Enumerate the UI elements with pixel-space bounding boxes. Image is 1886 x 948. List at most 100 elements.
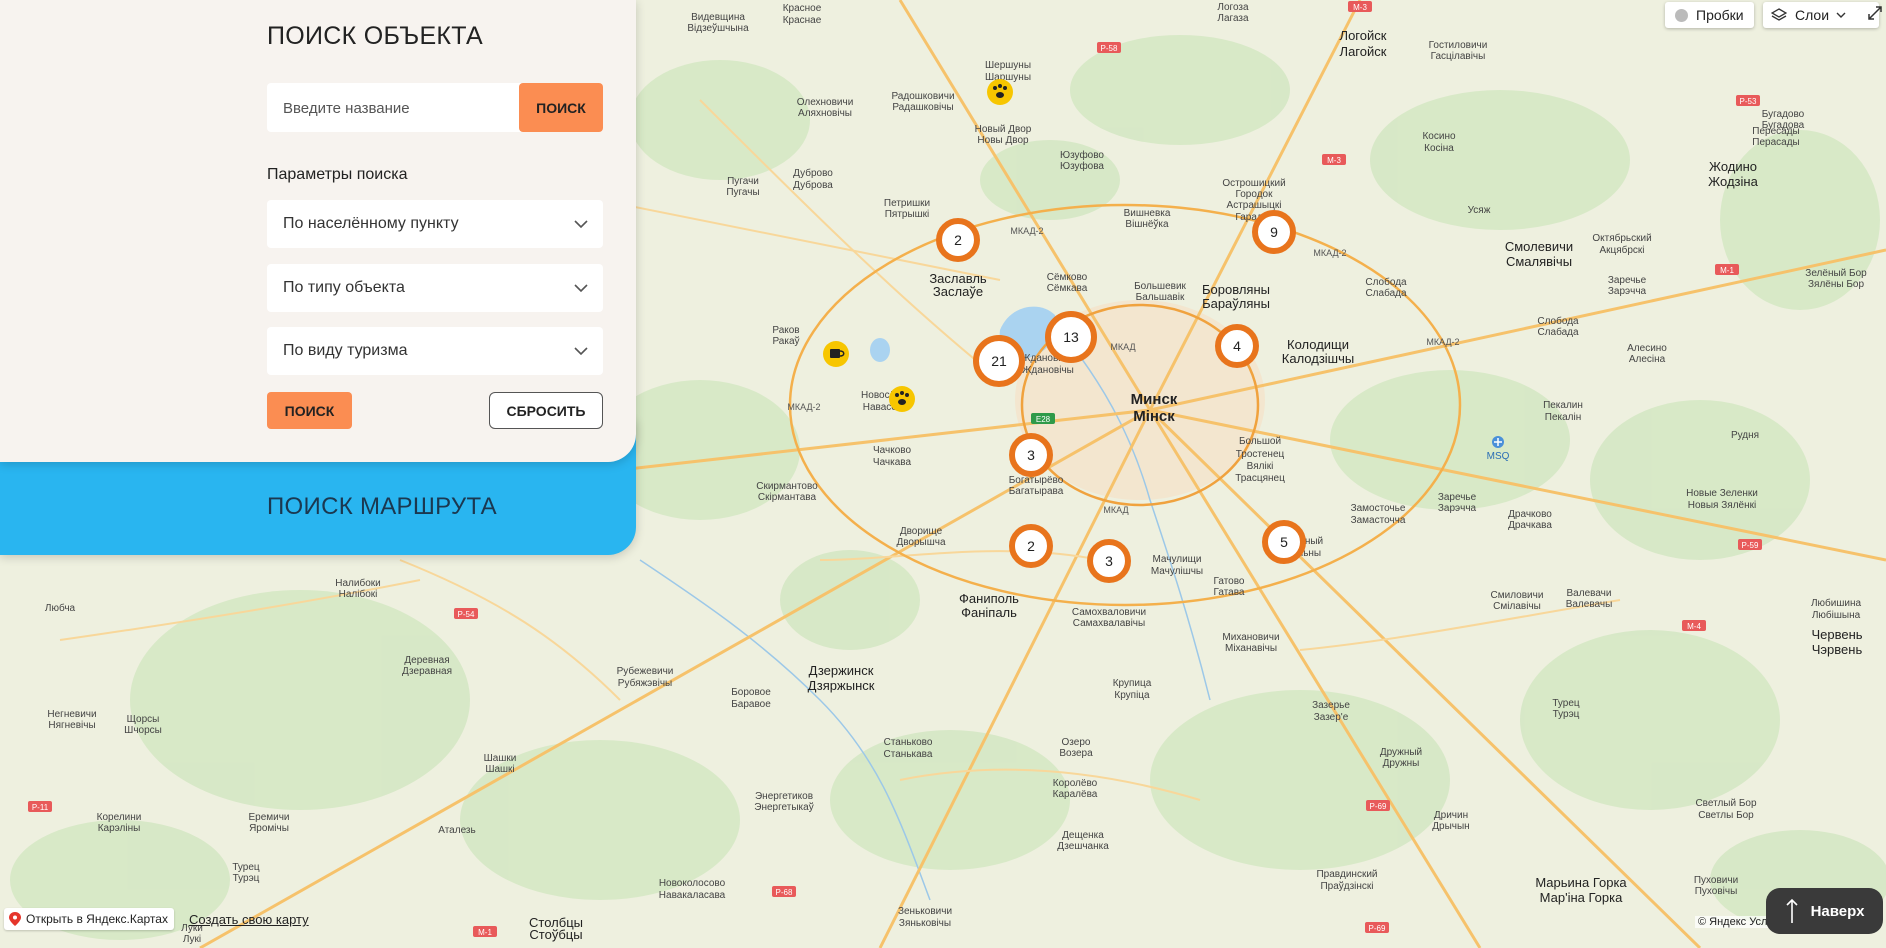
place-label: Дзеравная xyxy=(402,666,452,677)
place-label: Дуброво xyxy=(793,167,833,179)
ring-road-label: МКАД-2 xyxy=(787,402,820,412)
cluster-marker[interactable]: 5 xyxy=(1262,520,1306,564)
location-pin-icon xyxy=(9,912,21,926)
place-label: Радошковичи xyxy=(891,91,954,102)
place-label: Деревная xyxy=(404,655,449,666)
traffic-button[interactable]: Пробки xyxy=(1665,2,1754,28)
place-label: Сёмково xyxy=(1047,272,1088,283)
place-label: Ракаў xyxy=(772,335,799,347)
scroll-up-button[interactable]: Наверх xyxy=(1766,888,1883,934)
chevron-down-icon xyxy=(574,347,588,356)
open-yandex-maps-link[interactable]: Открыть в Яндекс.Картах xyxy=(4,908,174,930)
place-label: Корелини xyxy=(97,812,142,823)
place-label: Зяньковічы xyxy=(899,918,951,929)
place-label: Аляхновічы xyxy=(798,108,852,119)
place-label: Дричин xyxy=(1434,810,1468,821)
place-label: Драчкава xyxy=(1508,520,1552,531)
road-shield-label: М-4 xyxy=(1687,622,1701,631)
place-label: Лукі xyxy=(183,934,201,945)
cluster-marker[interactable]: 9 xyxy=(1252,210,1296,254)
road-shield: Р-54 xyxy=(454,608,478,619)
cluster-marker[interactable]: 21 xyxy=(973,335,1025,387)
chevron-down-icon xyxy=(574,220,588,229)
place-label: Мінск xyxy=(1133,408,1175,425)
place-label: Чачково xyxy=(873,445,911,456)
cup-marker-icon[interactable] xyxy=(823,341,849,367)
ring-road-label: МКАД xyxy=(1110,342,1135,352)
place-label: Слобода xyxy=(1537,315,1579,327)
place-label: Червень xyxy=(1811,627,1862,642)
place-label: Большой xyxy=(1239,436,1281,447)
place-label: Королёво xyxy=(1053,778,1098,789)
place-label: Зелёный Бор xyxy=(1805,268,1867,279)
cluster-count: 5 xyxy=(1280,534,1288,550)
cluster-marker[interactable]: 2 xyxy=(1009,524,1053,568)
place-label: Замосточье xyxy=(1351,503,1406,514)
place-label: Щорсы xyxy=(127,714,160,725)
place-label: Петришки xyxy=(884,198,930,209)
place-label: Новый Двор xyxy=(975,124,1032,135)
place-label: Чэрвень xyxy=(1812,642,1863,657)
road-shield-label: Р-69 xyxy=(1370,802,1387,811)
paw-marker-icon[interactable] xyxy=(987,79,1013,105)
arrow-up-icon xyxy=(1785,898,1798,923)
scroll-up-label: Наверх xyxy=(1810,902,1865,920)
layers-button[interactable]: Слои xyxy=(1763,2,1879,28)
object-type-select[interactable]: По типу объекта xyxy=(267,264,603,312)
object-search-panel: ПОИСК ОБЪЕКТА ПОИСК Параметры поиска По … xyxy=(0,0,636,462)
locality-select[interactable]: По населённому пункту xyxy=(267,200,603,248)
place-label: Большевик xyxy=(1134,281,1186,292)
create-map-link[interactable]: Создать свою карту xyxy=(189,912,309,927)
cluster-marker[interactable]: 13 xyxy=(1045,311,1097,363)
place-label: Зазерье xyxy=(1312,700,1350,711)
fullscreen-icon[interactable] xyxy=(1866,4,1884,22)
place-label: Фаніпаль xyxy=(961,605,1017,620)
cluster-marker[interactable]: 4 xyxy=(1215,324,1259,368)
place-label: Перасады xyxy=(1752,137,1799,148)
place-label: Самахвалавічы xyxy=(1073,618,1145,629)
cluster-count: 2 xyxy=(1027,538,1035,554)
road-shield-label: Р-58 xyxy=(1101,44,1118,53)
tourism-type-select-label: По виду туризма xyxy=(283,342,408,359)
place-label: Шчорсы xyxy=(124,725,162,736)
place-label: Гостиловичи xyxy=(1429,40,1488,51)
place-label: Яромічы xyxy=(249,823,289,834)
place-label: Дзяржынск xyxy=(808,678,875,693)
road-shield: Р-53 xyxy=(1736,95,1760,106)
cluster-count: 21 xyxy=(991,353,1007,369)
reset-button[interactable]: СБРОСИТЬ xyxy=(489,392,603,429)
place-label: Валевачы xyxy=(1566,599,1613,610)
place-label: Пекалин xyxy=(1543,400,1583,411)
map-copyright[interactable]: © Яндекс Усл xyxy=(1695,916,1771,928)
place-label: Дружный xyxy=(1380,747,1422,758)
place-label: Смілавічы xyxy=(1493,601,1541,612)
place-label: Дрычын xyxy=(1432,821,1469,832)
place-label: Фаниполь xyxy=(959,591,1019,606)
submit-search-button[interactable]: ПОИСК xyxy=(267,392,352,429)
place-label: Пятрышкі xyxy=(885,209,930,220)
cluster-marker[interactable]: 3 xyxy=(1087,539,1131,583)
place-label: Новыя Зялёнкі xyxy=(1688,500,1756,511)
place-label: Скірмантава xyxy=(758,492,817,503)
tourism-type-select[interactable]: По виду туризма xyxy=(267,327,603,375)
road-shield: Е28 xyxy=(1031,413,1055,424)
road-shield: Р-58 xyxy=(1097,42,1121,53)
route-search-title[interactable]: ПОИСК МАРШРУТА xyxy=(267,493,497,521)
search-input[interactable] xyxy=(267,83,535,134)
search-button[interactable]: ПОИСК xyxy=(519,83,603,132)
place-label: Пекалін xyxy=(1545,412,1581,423)
place-label: Слабада xyxy=(1537,326,1579,338)
place-label: Відзеўшчына xyxy=(687,22,749,34)
airport-label: MSQ xyxy=(1487,451,1510,462)
place-label: Бараўляны xyxy=(1202,296,1270,311)
place-label: Крупіца xyxy=(1114,690,1150,701)
cluster-marker[interactable]: 2 xyxy=(936,218,980,262)
cluster-marker[interactable]: 3 xyxy=(1009,433,1053,477)
paw-marker-icon[interactable] xyxy=(889,386,915,412)
place-label: Карэліны xyxy=(98,823,141,834)
place-label: Сёмкава xyxy=(1047,283,1088,294)
place-label: Драчково xyxy=(1508,509,1552,520)
place-label: Шаршуны xyxy=(985,72,1031,83)
place-label: Михановичи xyxy=(1222,632,1279,643)
place-label: Дворище xyxy=(900,526,943,537)
